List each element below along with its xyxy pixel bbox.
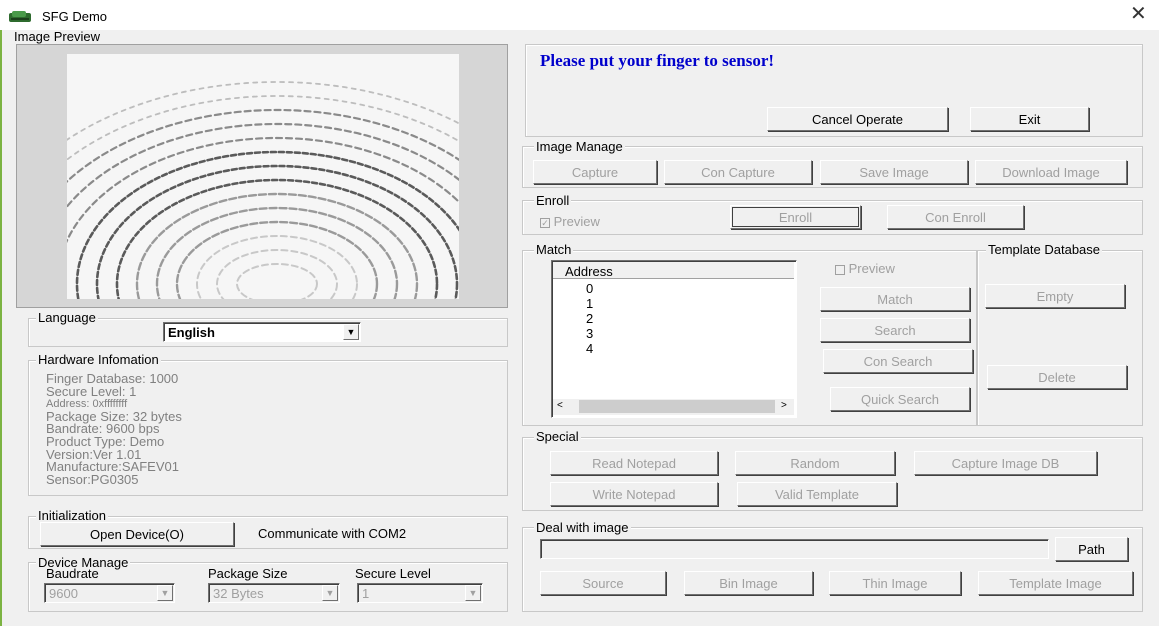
capture-image-db-button[interactable]: Capture Image DB bbox=[914, 451, 1097, 475]
image-manage-label: Image Manage bbox=[534, 139, 625, 154]
bin-image-button[interactable]: Bin Image bbox=[684, 571, 813, 595]
download-image-button[interactable]: Download Image bbox=[975, 160, 1127, 184]
exit-button[interactable]: Exit bbox=[970, 107, 1089, 131]
secure-level-value: 1 bbox=[362, 586, 370, 601]
image-preview-panel bbox=[16, 44, 508, 308]
secure-level-label: Secure Level bbox=[355, 566, 431, 581]
cancel-operate-button[interactable]: Cancel Operate bbox=[767, 107, 948, 131]
baudrate-value: 9600 bbox=[49, 586, 78, 601]
deal-with-image-label: Deal with image bbox=[534, 520, 631, 535]
match-button[interactable]: Match bbox=[820, 287, 970, 311]
con-capture-button[interactable]: Con Capture bbox=[664, 160, 812, 184]
com-status-text: Communicate with COM2 bbox=[258, 526, 407, 541]
hardware-secure-level: Secure Level: 1 bbox=[46, 383, 137, 399]
image-path-field[interactable] bbox=[540, 539, 1049, 559]
capture-button[interactable]: Capture bbox=[533, 160, 657, 184]
source-button[interactable]: Source bbox=[540, 571, 666, 595]
empty-button[interactable]: Empty bbox=[985, 284, 1125, 308]
package-size-select[interactable]: 32 Bytes ▼ bbox=[208, 583, 340, 603]
enroll-preview-label: Preview bbox=[553, 214, 600, 229]
window-edge bbox=[0, 30, 2, 626]
hardware-info-text: Finger Database: 1000 Secure Level: 1 Ad… bbox=[46, 372, 182, 487]
package-size-label: Package Size bbox=[208, 566, 288, 581]
checkbox-box-icon bbox=[835, 264, 845, 275]
template-database-group bbox=[977, 250, 1143, 426]
package-size-value: 32 Bytes bbox=[213, 586, 264, 601]
read-notepad-button[interactable]: Read Notepad bbox=[550, 451, 718, 475]
quick-search-button[interactable]: Quick Search bbox=[830, 387, 970, 411]
language-label: Language bbox=[36, 310, 98, 325]
hardware-info-label: Hardware Infomation bbox=[36, 352, 161, 367]
address-row[interactable]: 2 bbox=[586, 311, 593, 326]
horizontal-scrollbar[interactable]: < > bbox=[553, 399, 794, 415]
app-icon bbox=[9, 11, 31, 22]
address-row[interactable]: 3 bbox=[586, 326, 593, 341]
con-search-button[interactable]: Con Search bbox=[823, 349, 973, 373]
chevron-down-icon[interactable]: ▼ bbox=[343, 324, 359, 340]
match-label: Match bbox=[534, 242, 574, 257]
scroll-left-icon[interactable]: < bbox=[557, 400, 563, 411]
con-enroll-button[interactable]: Con Enroll bbox=[887, 205, 1024, 229]
match-preview-checkbox[interactable]: Preview bbox=[835, 261, 895, 276]
image-preview-label: Image Preview bbox=[12, 29, 102, 44]
save-image-button[interactable]: Save Image bbox=[820, 160, 968, 184]
enroll-preview-checkbox[interactable]: ✓ Preview bbox=[540, 214, 600, 229]
write-notepad-button[interactable]: Write Notepad bbox=[550, 482, 718, 506]
close-icon[interactable]: ✕ bbox=[1130, 4, 1147, 24]
fingerprint-image bbox=[67, 54, 459, 299]
address-column-header[interactable]: Address bbox=[553, 262, 794, 279]
status-message: Please put your finger to sensor! bbox=[540, 51, 775, 70]
template-database-label: Template Database bbox=[986, 242, 1103, 257]
enroll-button[interactable]: Enroll bbox=[730, 205, 861, 229]
hardware-sensor: Sensor:PG0305 bbox=[46, 471, 139, 487]
match-preview-label: Preview bbox=[848, 261, 895, 276]
open-device-button[interactable]: Open Device(O) bbox=[40, 522, 234, 546]
path-button[interactable]: Path bbox=[1055, 537, 1128, 561]
address-row[interactable]: 1 bbox=[586, 296, 593, 311]
chevron-down-icon[interactable]: ▼ bbox=[322, 585, 338, 601]
baudrate-label: Baudrate bbox=[46, 566, 99, 581]
window-title: SFG Demo bbox=[42, 9, 108, 24]
address-list[interactable]: Address 0 1 2 3 4 < > bbox=[551, 260, 797, 418]
template-image-button[interactable]: Template Image bbox=[978, 571, 1133, 595]
address-row[interactable]: 4 bbox=[586, 341, 593, 356]
scrollbar-thumb[interactable] bbox=[579, 400, 775, 413]
chevron-down-icon[interactable]: ▼ bbox=[157, 585, 173, 601]
language-value: English bbox=[168, 325, 215, 340]
initialization-label: Initialization bbox=[36, 508, 108, 523]
secure-level-select[interactable]: 1 ▼ bbox=[357, 583, 483, 603]
delete-button[interactable]: Delete bbox=[987, 365, 1127, 389]
chevron-down-icon[interactable]: ▼ bbox=[465, 585, 481, 601]
language-select[interactable]: English ▼ bbox=[163, 322, 361, 342]
baudrate-select[interactable]: 9600 ▼ bbox=[44, 583, 175, 603]
scroll-right-icon[interactable]: > bbox=[781, 400, 787, 411]
search-button[interactable]: Search bbox=[820, 318, 970, 342]
title-bar bbox=[0, 0, 1159, 30]
random-button[interactable]: Random bbox=[735, 451, 895, 475]
valid-template-button[interactable]: Valid Template bbox=[737, 482, 897, 506]
address-row[interactable]: 0 bbox=[586, 281, 593, 296]
enroll-label: Enroll bbox=[534, 193, 572, 208]
special-label: Special bbox=[534, 429, 581, 444]
checkbox-check-icon: ✓ bbox=[540, 217, 550, 228]
thin-image-button[interactable]: Thin Image bbox=[829, 571, 961, 595]
